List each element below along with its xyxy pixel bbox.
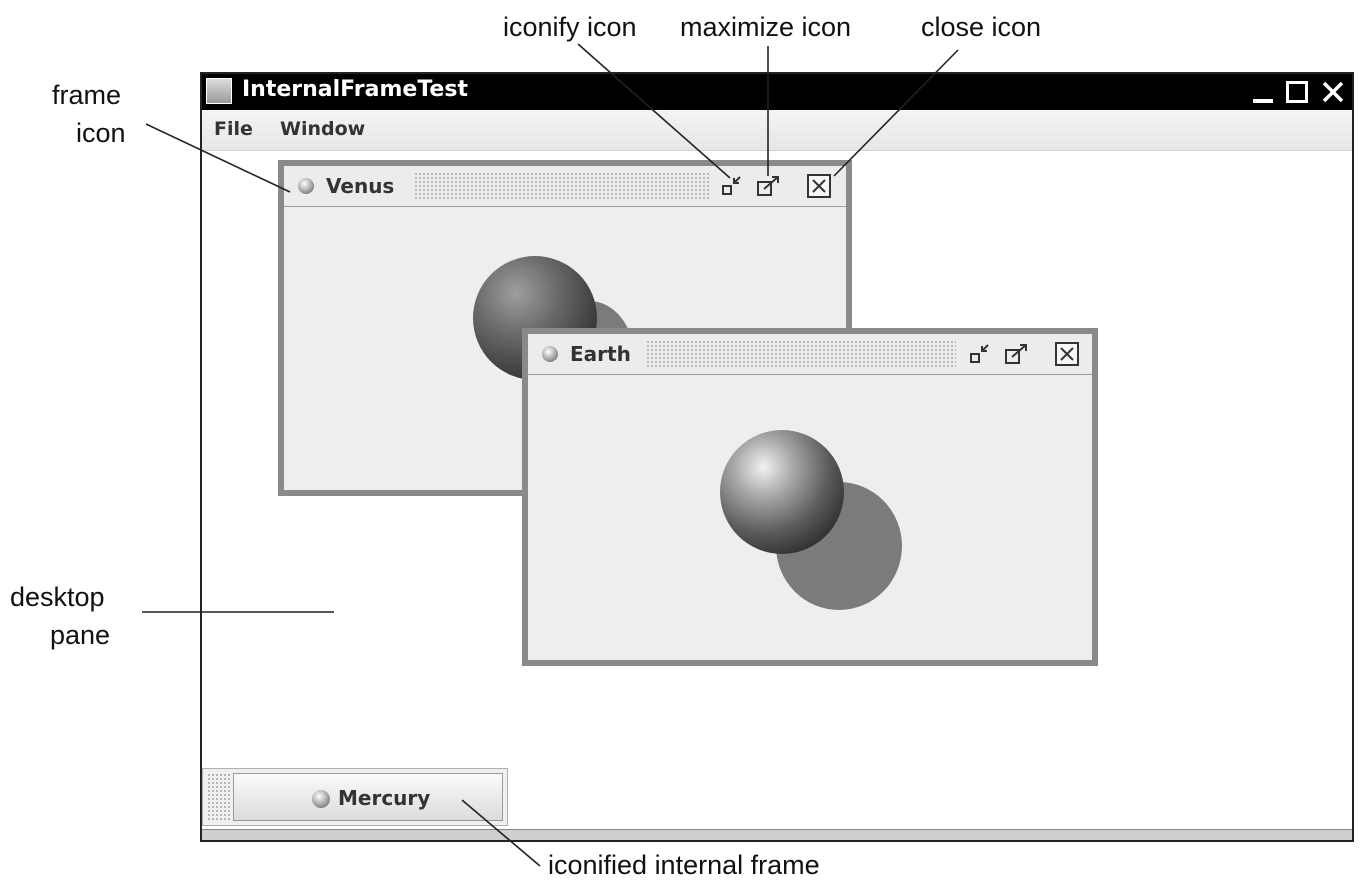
annotation-frame-icon-line1: frame [52, 80, 122, 110]
menubar: File Window [202, 110, 1352, 151]
annotation-iconify-icon: iconify icon [503, 12, 637, 42]
titlebar-grip [414, 172, 710, 200]
internal-frame-titlebar[interactable]: Earth [528, 334, 1092, 375]
maximize-icon[interactable] [1282, 77, 1312, 107]
internal-frame-earth[interactable]: Earth [522, 328, 1098, 666]
internal-frame-title: Venus [326, 174, 395, 198]
annotation-desktop-pane-line2: pane [50, 620, 111, 650]
internal-frame-title: Earth [570, 342, 631, 366]
close-icon[interactable] [806, 174, 832, 198]
iconify-icon[interactable] [968, 342, 994, 366]
iconified-frame-title: Mercury [338, 786, 431, 810]
iconified-grip [207, 773, 231, 821]
annotation-iconified-internal-frame: iconified internal frame [548, 850, 820, 880]
window-titlebar[interactable]: InternalFrameTest [202, 74, 1352, 110]
maximize-icon[interactable] [1004, 342, 1030, 366]
window-title: InternalFrameTest [242, 77, 468, 102]
internal-frame-titlebar[interactable]: Venus [284, 166, 846, 207]
iconified-internal-frame[interactable]: Mercury [202, 768, 508, 826]
iconified-frame-button[interactable]: Mercury [233, 773, 503, 821]
close-icon[interactable] [1318, 77, 1348, 107]
minimize-icon[interactable] [1248, 77, 1278, 107]
annotation-close-icon: close icon [921, 12, 1042, 42]
frame-icon[interactable] [298, 178, 314, 194]
annotation-desktop-pane-line1: desktop [10, 582, 105, 612]
annotation-maximize-icon: maximize icon [680, 12, 852, 42]
menu-file[interactable]: File [214, 118, 253, 140]
annotation-frame-icon-line2: icon [76, 118, 126, 148]
earth-planet-image [720, 430, 844, 554]
frame-icon[interactable] [542, 346, 558, 362]
maximize-icon[interactable] [756, 174, 782, 198]
java-app-icon[interactable] [206, 78, 232, 104]
frame-icon [312, 790, 330, 808]
close-icon[interactable] [1054, 342, 1080, 366]
menu-window[interactable]: Window [280, 118, 365, 140]
window-bottom-border [202, 829, 1352, 840]
iconify-icon[interactable] [720, 174, 746, 198]
titlebar-grip [646, 340, 956, 368]
